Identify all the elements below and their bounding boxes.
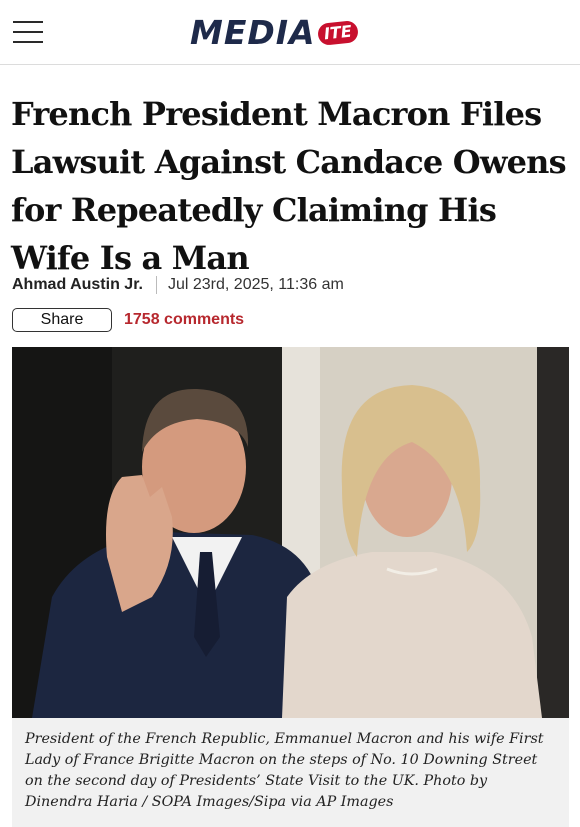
share-button[interactable]: Share xyxy=(12,308,112,332)
logo-badge: ITE xyxy=(316,19,359,47)
author-link[interactable]: Ahmad Austin Jr. xyxy=(12,276,143,294)
photo-caption: President of the French Republic, Emmanu… xyxy=(12,718,569,827)
comments-link[interactable]: 1758 comments xyxy=(124,311,244,329)
menu-line xyxy=(13,21,43,23)
byline: Ahmad Austin Jr. Jul 23rd, 2025, 11:36 a… xyxy=(12,276,344,294)
menu-line xyxy=(13,31,43,33)
menu-line xyxy=(13,41,43,43)
site-logo[interactable]: MEDIA ITE xyxy=(190,13,359,53)
byline-divider xyxy=(155,276,157,294)
site-header: MEDIA ITE xyxy=(0,0,580,65)
article-headline: French President Macron Files Lawsuit Ag… xyxy=(11,95,567,277)
logo-wordmark: MEDIA xyxy=(190,13,316,52)
brick-wall xyxy=(537,347,569,718)
publish-date: Jul 23rd, 2025, 11:36 am xyxy=(167,276,344,293)
hamburger-menu-icon[interactable] xyxy=(13,20,43,44)
article-photo xyxy=(12,347,569,718)
